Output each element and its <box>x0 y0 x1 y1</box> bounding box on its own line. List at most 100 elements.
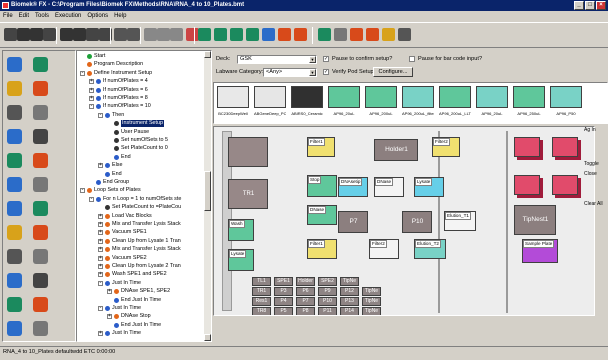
diluent-plate[interactable]: DNase <box>307 205 337 225</box>
pause-confirm-checkbox[interactable]: ✓ <box>323 56 329 62</box>
vacuum-icon[interactable] <box>33 249 48 264</box>
dnasetip-plate[interactable]: DNAsetip <box>338 177 368 197</box>
filter2-plate[interactable]: Filter2 <box>432 137 460 157</box>
menu-item-file[interactable]: File <box>3 11 13 21</box>
tip-icon[interactable] <box>33 297 48 312</box>
deck-position-button[interactable]: P7 <box>296 297 315 306</box>
group-icon[interactable] <box>7 225 22 240</box>
deck-position-button[interactable]: P14 <box>340 307 359 315</box>
combine-icon[interactable] <box>294 28 307 41</box>
deck-position-button[interactable]: TipNe <box>362 297 381 306</box>
method-tree[interactable]: Start Program Description - Define Instrume… <box>76 50 212 342</box>
pipette-icon[interactable] <box>262 28 275 41</box>
dnase-plate[interactable]: DNase <box>374 177 404 197</box>
tipnest-position[interactable]: TipNest1 <box>514 205 556 235</box>
run-icon[interactable] <box>144 28 157 41</box>
lysate-plate[interactable]: Lysate <box>414 177 444 197</box>
plate-icon[interactable] <box>198 28 211 41</box>
arrow-up-icon[interactable] <box>350 28 363 41</box>
vacuum-icon[interactable] <box>334 28 347 41</box>
gripper-icon[interactable] <box>318 28 331 41</box>
labware-library-item[interactable]: AP96_20uL <box>328 86 360 120</box>
filter3-plate[interactable] <box>514 137 540 157</box>
deck-select[interactable]: GSK ▼ <box>237 55 317 64</box>
minimize-button[interactable]: _ <box>574 1 584 10</box>
menu-item-help[interactable]: Help <box>114 11 126 21</box>
deck-position-button[interactable]: P11 <box>318 307 337 315</box>
deck-position-button[interactable]: P13 <box>340 297 359 306</box>
tr1-position[interactable]: TR1 <box>228 179 268 209</box>
if-icon[interactable] <box>33 177 48 192</box>
red-plate[interactable] <box>552 175 578 195</box>
pause-icon[interactable] <box>33 129 48 144</box>
deck-position-button[interactable]: SPE1 <box>274 277 293 286</box>
labware-category-select[interactable]: <Any> ▼ <box>263 68 317 77</box>
deck-position-button[interactable]: Res1 <box>252 297 271 306</box>
labware-library-item[interactable]: AP96_200uL_filter <box>402 86 434 120</box>
toggle-label[interactable]: Toggle <box>584 161 599 167</box>
expand-icon[interactable]: + <box>107 289 112 295</box>
filter-plate[interactable]: Filter1 <box>307 239 337 259</box>
filter1-plate[interactable]: Filter1 <box>307 137 335 157</box>
pause-barcode-checkbox[interactable] <box>409 56 415 62</box>
open-icon[interactable] <box>17 28 30 41</box>
copy-icon[interactable] <box>73 28 86 41</box>
folder-icon[interactable] <box>382 28 395 41</box>
move-labware-icon[interactable] <box>7 129 22 144</box>
clear-all-label[interactable]: Clear All <box>584 201 603 207</box>
expand-icon[interactable]: + <box>98 213 103 219</box>
deck-position-button[interactable]: TL1 <box>252 277 271 286</box>
transfer-icon[interactable] <box>33 57 48 72</box>
deck-position-button[interactable]: P12 <box>340 287 359 296</box>
filter4-plate[interactable] <box>552 137 578 157</box>
labware-library-item[interactable]: AP96_200uL <box>365 86 397 120</box>
pipette-icon[interactable] <box>7 249 22 264</box>
expand-icon[interactable]: + <box>98 222 103 227</box>
labware-library-item[interactable]: AP96_20uL <box>476 86 508 120</box>
deck-position-button[interactable]: P5 <box>274 307 293 315</box>
elution1-plate[interactable]: Elution_T1 <box>444 211 476 231</box>
labware-library-item[interactable]: ABGeneDeep_PCR <box>254 86 286 120</box>
menu-item-options[interactable]: Options <box>87 11 108 21</box>
vacuum-icon[interactable] <box>7 273 22 288</box>
collapse-icon[interactable]: - <box>89 104 94 110</box>
deck-position-button[interactable]: Holder <box>296 277 315 286</box>
menu-item-execution[interactable]: Execution <box>55 11 81 21</box>
instrument-setup-icon[interactable] <box>33 321 48 336</box>
undo-icon[interactable] <box>114 28 127 41</box>
pause-icon[interactable] <box>7 153 22 168</box>
instrument-setup-icon[interactable] <box>7 57 22 72</box>
collapse-icon[interactable]: - <box>80 70 85 76</box>
scroll-up-arrow[interactable] <box>204 51 211 58</box>
reservoir-icon[interactable] <box>246 28 259 41</box>
tree-scrollbar[interactable] <box>204 51 211 341</box>
scroll-down-arrow[interactable] <box>204 334 211 341</box>
arrow-down-icon[interactable] <box>366 28 379 41</box>
deck-position-button[interactable]: P4 <box>274 297 293 306</box>
collapse-icon[interactable]: - <box>98 306 103 311</box>
filter-plate[interactable]: Filter2 <box>369 239 399 259</box>
loop-icon[interactable] <box>33 153 48 168</box>
wash-plate[interactable]: Wash <box>228 219 254 241</box>
deck-position-button[interactable]: TR1 <box>252 287 271 296</box>
p10-position[interactable]: P10 <box>402 211 432 233</box>
close-button[interactable]: × <box>596 1 606 10</box>
if-icon[interactable] <box>7 201 22 216</box>
deck-position-button[interactable]: P3 <box>274 287 293 296</box>
verify-pod-checkbox[interactable]: ✓ <box>323 69 329 75</box>
expand-icon[interactable]: + <box>98 331 103 337</box>
more-icon[interactable] <box>398 28 411 41</box>
stop-icon[interactable] <box>157 28 170 41</box>
deck-position[interactable] <box>228 137 268 167</box>
labware-library-item[interactable]: AP96_250uL <box>513 86 545 120</box>
scroll-thumb[interactable] <box>204 171 211 211</box>
expand-icon[interactable]: + <box>98 230 103 236</box>
pause-icon[interactable] <box>170 28 183 41</box>
deck-position-button[interactable]: P6 <box>296 287 315 296</box>
deck-position-button[interactable]: P8 <box>296 307 315 315</box>
cut-icon[interactable] <box>60 28 73 41</box>
stop-plate[interactable]: Stop <box>307 175 337 197</box>
combine-icon[interactable] <box>33 81 48 96</box>
combine-icon[interactable] <box>7 105 22 120</box>
labware-library-item[interactable]: AP96_P50 <box>550 86 582 120</box>
